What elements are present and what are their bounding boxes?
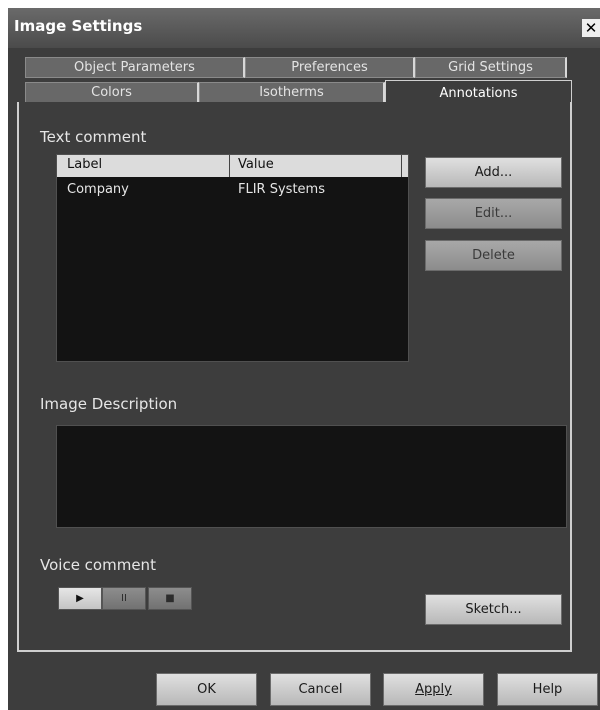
- delete-button[interactable]: Delete: [425, 240, 562, 271]
- window-title: Image Settings: [14, 17, 143, 35]
- apply-button[interactable]: Apply: [383, 673, 484, 706]
- tab-isotherms[interactable]: Isotherms: [199, 82, 385, 103]
- list-item-value: FLIR Systems: [238, 182, 325, 197]
- stop-icon[interactable]: ■: [148, 587, 192, 610]
- list-item-label: Company: [67, 182, 129, 197]
- ok-button[interactable]: OK: [156, 673, 257, 706]
- column-divider[interactable]: [401, 155, 402, 177]
- close-icon[interactable]: ✕: [582, 19, 600, 37]
- play-icon[interactable]: ▶: [58, 587, 102, 610]
- title-bar: Image Settings ✕: [8, 8, 600, 48]
- cancel-button[interactable]: Cancel: [270, 673, 371, 706]
- image-description-label: Image Description: [40, 395, 178, 413]
- column-header-value[interactable]: Value: [238, 157, 274, 172]
- text-comment-label: Text comment: [40, 128, 147, 146]
- help-button[interactable]: Help: [497, 673, 598, 706]
- list-item[interactable]: Company FLIR Systems: [57, 179, 408, 201]
- text-comment-list[interactable]: Label Value Company FLIR Systems: [56, 154, 409, 362]
- sketch-button[interactable]: Sketch...: [425, 594, 562, 625]
- tab-colors[interactable]: Colors: [25, 82, 199, 103]
- add-button[interactable]: Add...: [425, 157, 562, 188]
- column-header-label[interactable]: Label: [67, 157, 102, 172]
- list-header: Label Value: [57, 155, 408, 177]
- tab-object-parameters[interactable]: Object Parameters: [25, 57, 245, 78]
- tab-preferences[interactable]: Preferences: [245, 57, 415, 78]
- column-divider[interactable]: [229, 155, 230, 177]
- pause-icon[interactable]: II: [102, 587, 146, 610]
- edit-button[interactable]: Edit...: [425, 198, 562, 229]
- tab-grid-settings[interactable]: Grid Settings: [415, 57, 567, 78]
- image-description-field[interactable]: [56, 425, 567, 528]
- voice-comment-label: Voice comment: [40, 556, 156, 574]
